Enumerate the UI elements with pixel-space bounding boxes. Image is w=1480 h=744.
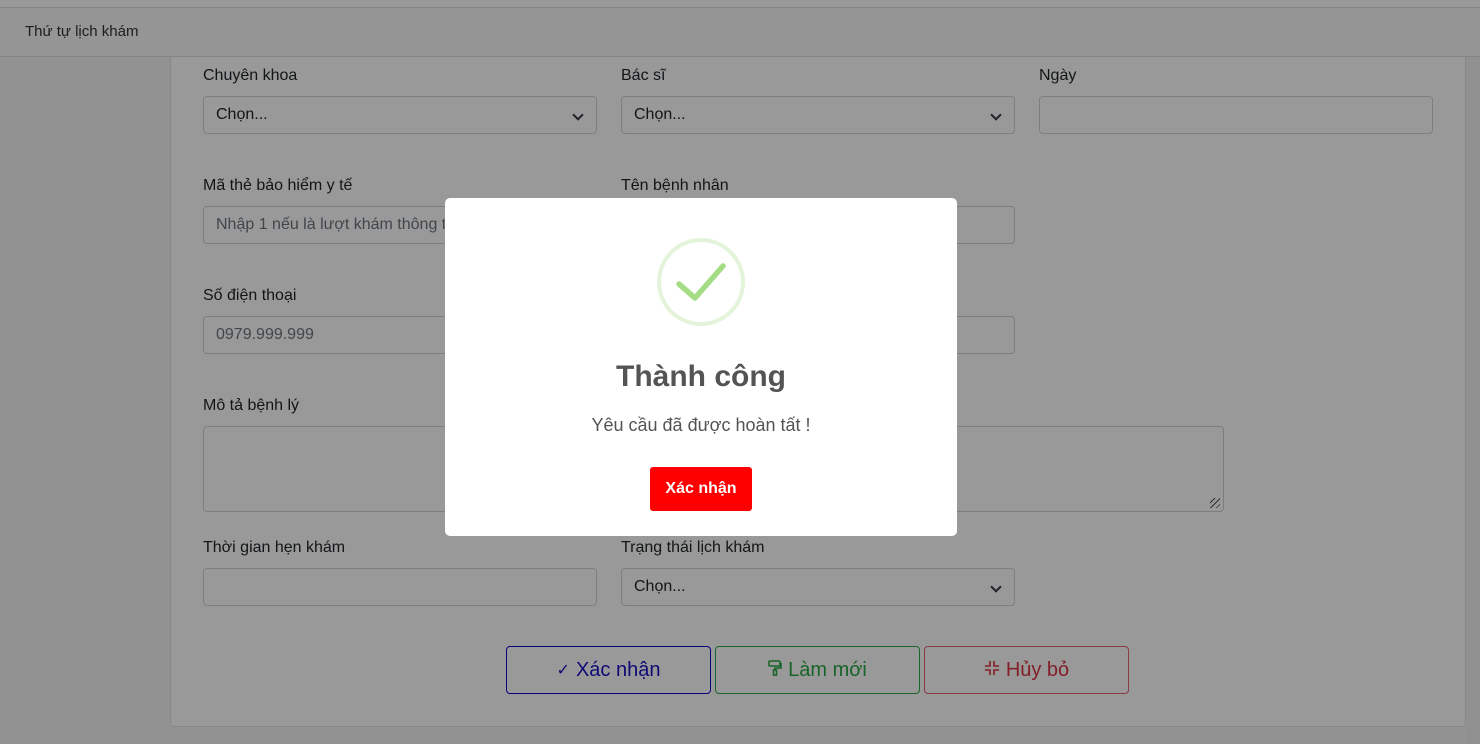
dialog-title: Thành công [616,360,786,393]
success-dialog: Thành công Yêu cầu đã được hoàn tất ! Xá… [445,198,957,536]
dialog-message: Yêu cầu đã được hoàn tất ! [591,415,811,435]
dialog-confirm-button[interactable]: Xác nhận [650,467,752,511]
success-check-icon [676,263,726,301]
